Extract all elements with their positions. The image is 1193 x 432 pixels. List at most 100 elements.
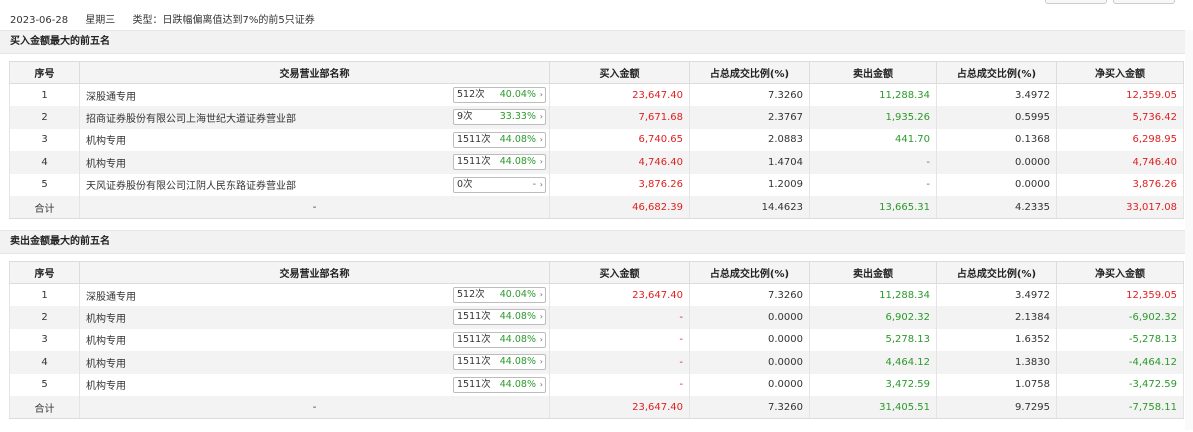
appearance-count: 1511次 xyxy=(457,333,491,345)
branch-cell: 机构专用 1511次 44.08% › xyxy=(79,151,550,174)
ranking-count-dropdown[interactable]: 9次 33.33% › xyxy=(453,109,546,125)
branch-cell: 机构专用 1511次 44.08% › xyxy=(79,128,550,151)
net-buy-amount: 12,359.05 xyxy=(1056,283,1184,306)
net-buy-amount: 5,736.42 xyxy=(1056,106,1184,129)
sell-ratio: 0.0000 xyxy=(936,151,1057,174)
row-number: 1 xyxy=(9,83,80,106)
branch-cell: 深股通专用 512次 40.04% › xyxy=(79,83,550,106)
table-row: 4 机构专用 1511次 44.08% › 4,746.40 1.4704-0.0000 4,… xyxy=(9,151,1184,174)
total-net-buy: 33,017.08 xyxy=(1056,196,1184,219)
appearance-count: 9次 xyxy=(457,111,473,122)
net-buy-amount: 12,359.05 xyxy=(1056,83,1184,106)
total-buy-ratio: 7.3260 xyxy=(689,396,810,419)
total-row: 合计 -46,682.39 14.4623 13,665.31 4.2335 33,017… xyxy=(9,196,1184,219)
buy-ratio: 0.0000 xyxy=(689,373,810,396)
buy-amount: 23,647.40 xyxy=(549,83,690,106)
branch-cell: 机构专用 1511次 44.08% › xyxy=(79,351,550,374)
ranking-count-dropdown[interactable]: 512次 40.04% › xyxy=(453,287,546,303)
total-buy-ratio: 14.4623 xyxy=(689,196,810,219)
buy-ratio: 0.0000 xyxy=(689,328,810,351)
sell-amount: 11,288.34 xyxy=(809,283,937,306)
sell-amount: 5,278.13 xyxy=(809,328,937,351)
chevron-right-icon: › xyxy=(539,334,543,344)
appearance-ratio: 44.08% xyxy=(499,311,536,322)
ranking-count-dropdown[interactable]: 1511次 44.08% › xyxy=(453,154,546,170)
report-weekday: 星期三 xyxy=(85,15,116,26)
buy-ratio: 0.0000 xyxy=(689,351,810,374)
top-bar: 2023-06-28 星期三 类型：日跌幅偏离值达到7%的前5只证券 xyxy=(0,0,1193,28)
col-header-net-buy: 净买入金额 xyxy=(1056,61,1184,84)
total-sell-amount: 31,405.51 xyxy=(809,396,937,419)
branch-name: 机构专用 xyxy=(86,381,126,393)
buy-ratio: 7.3260 xyxy=(689,83,810,106)
sell-amount: - xyxy=(809,173,937,196)
col-header-buy-ratio: 占总成交比例(%) xyxy=(689,61,810,84)
buy-amount: - xyxy=(549,306,690,329)
total-buy-amount: 46,682.39 xyxy=(549,196,690,219)
net-buy-amount: 3,876.26 xyxy=(1056,173,1184,196)
row-number: 3 xyxy=(9,328,80,351)
col-header-no: 序号 xyxy=(9,61,80,84)
col-header-sell-ratio: 占总成交比例(%) xyxy=(936,261,1057,284)
ranking-count-dropdown[interactable]: 0次 - › xyxy=(453,176,546,193)
col-header-no: 序号 xyxy=(9,261,80,284)
table-row: 2 招商证券股份有限公司上海世纪大道证券营业部 9次 33.33% › 7,671.68 2… xyxy=(9,106,1184,129)
chevron-right-icon: › xyxy=(539,179,543,189)
vertical-scrollbar[interactable] xyxy=(1185,30,1193,430)
branch-name: 天风证券股份有限公司江阴人民东路证券营业部 xyxy=(86,181,296,193)
net-buy-amount: -4,464.12 xyxy=(1056,351,1184,374)
ranking-count-dropdown[interactable]: 1511次 44.08% › xyxy=(453,354,546,370)
ranking-count-dropdown[interactable]: 1511次 44.08% › xyxy=(453,131,546,148)
total-row: 合计 -23,647.40 7.3260 31,405.51 9.7295 -7,758.… xyxy=(9,396,1184,419)
appearance-ratio: 44.08% xyxy=(499,156,536,167)
chevron-right-icon: › xyxy=(539,90,543,99)
sell-section-title: 卖出金额最大的前五名 xyxy=(0,230,1193,254)
appearance-count: 1511次 xyxy=(457,356,491,367)
chevron-right-icon: › xyxy=(539,134,543,144)
ranking-count-dropdown[interactable]: 1511次 44.08% › xyxy=(453,331,546,348)
appearance-ratio: 40.04% xyxy=(499,289,536,300)
table-row: 3 机构专用 1511次 44.08% › -0.0000 5,278.13 1.6352 -5… xyxy=(9,328,1184,351)
appearance-ratio: 40.04% xyxy=(499,89,536,100)
net-buy-amount: -3,472.59 xyxy=(1056,373,1184,396)
buy-amount: 7,671.68 xyxy=(549,106,690,129)
ranking-count-dropdown[interactable]: 1511次 44.08% › xyxy=(453,376,546,393)
col-header-sell-amount: 卖出金额 xyxy=(809,61,937,84)
toolbar-button-right[interactable] xyxy=(1113,0,1175,4)
branch-cell: 机构专用 1511次 44.08% › xyxy=(79,306,550,329)
table-row: 2 机构专用 1511次 44.08% › -0.0000 6,902.32 2.1384 -6… xyxy=(9,306,1184,329)
sell-amount: 6,902.32 xyxy=(809,306,937,329)
buy-amount: - xyxy=(549,373,690,396)
total-buy-amount: 23,647.40 xyxy=(549,396,690,419)
chevron-right-icon: › xyxy=(539,112,543,121)
sell-ratio: 1.0758 xyxy=(936,373,1057,396)
appearance-ratio: 33.33% xyxy=(499,111,536,122)
toolbar-button-left[interactable] xyxy=(1045,0,1107,4)
appearance-count: 512次 xyxy=(457,89,485,100)
total-branch: - xyxy=(79,196,550,219)
table-header-row: 序号 交易营业部名称 买入金额 占总成交比例(%) 卖出金额 占总成交比例(%)… xyxy=(9,261,1184,284)
appearance-count: 1511次 xyxy=(457,133,491,145)
branch-name: 机构专用 xyxy=(86,313,126,325)
net-buy-amount: -5,278.13 xyxy=(1056,328,1184,351)
row-number: 1 xyxy=(9,283,80,306)
appearance-ratio: 44.08% xyxy=(499,333,536,345)
buy-ratio: 1.2009 xyxy=(689,173,810,196)
ranking-count-dropdown[interactable]: 1511次 44.08% › xyxy=(453,309,546,325)
sell-ratio: 0.1368 xyxy=(936,128,1057,151)
appearance-count: 0次 xyxy=(457,178,473,190)
sell-ratio: 1.3830 xyxy=(936,351,1057,374)
col-header-net-buy: 净买入金额 xyxy=(1056,261,1184,284)
branch-cell: 机构专用 1511次 44.08% › xyxy=(79,328,550,351)
row-number: 5 xyxy=(9,173,80,196)
branch-name: 深股通专用 xyxy=(86,291,136,303)
sell-ratio: 3.4972 xyxy=(936,83,1057,106)
buy-amount: 3,876.26 xyxy=(549,173,690,196)
row-number: 4 xyxy=(9,151,80,174)
chevron-right-icon: › xyxy=(539,290,543,299)
sell-amount: 441.70 xyxy=(809,128,937,151)
report-type: 类型：日跌幅偏离值达到7%的前5只证券 xyxy=(132,15,315,26)
ranking-count-dropdown[interactable]: 512次 40.04% › xyxy=(453,87,546,103)
buy-amount: 6,740.65 xyxy=(549,128,690,151)
branch-name: 机构专用 xyxy=(86,358,126,370)
